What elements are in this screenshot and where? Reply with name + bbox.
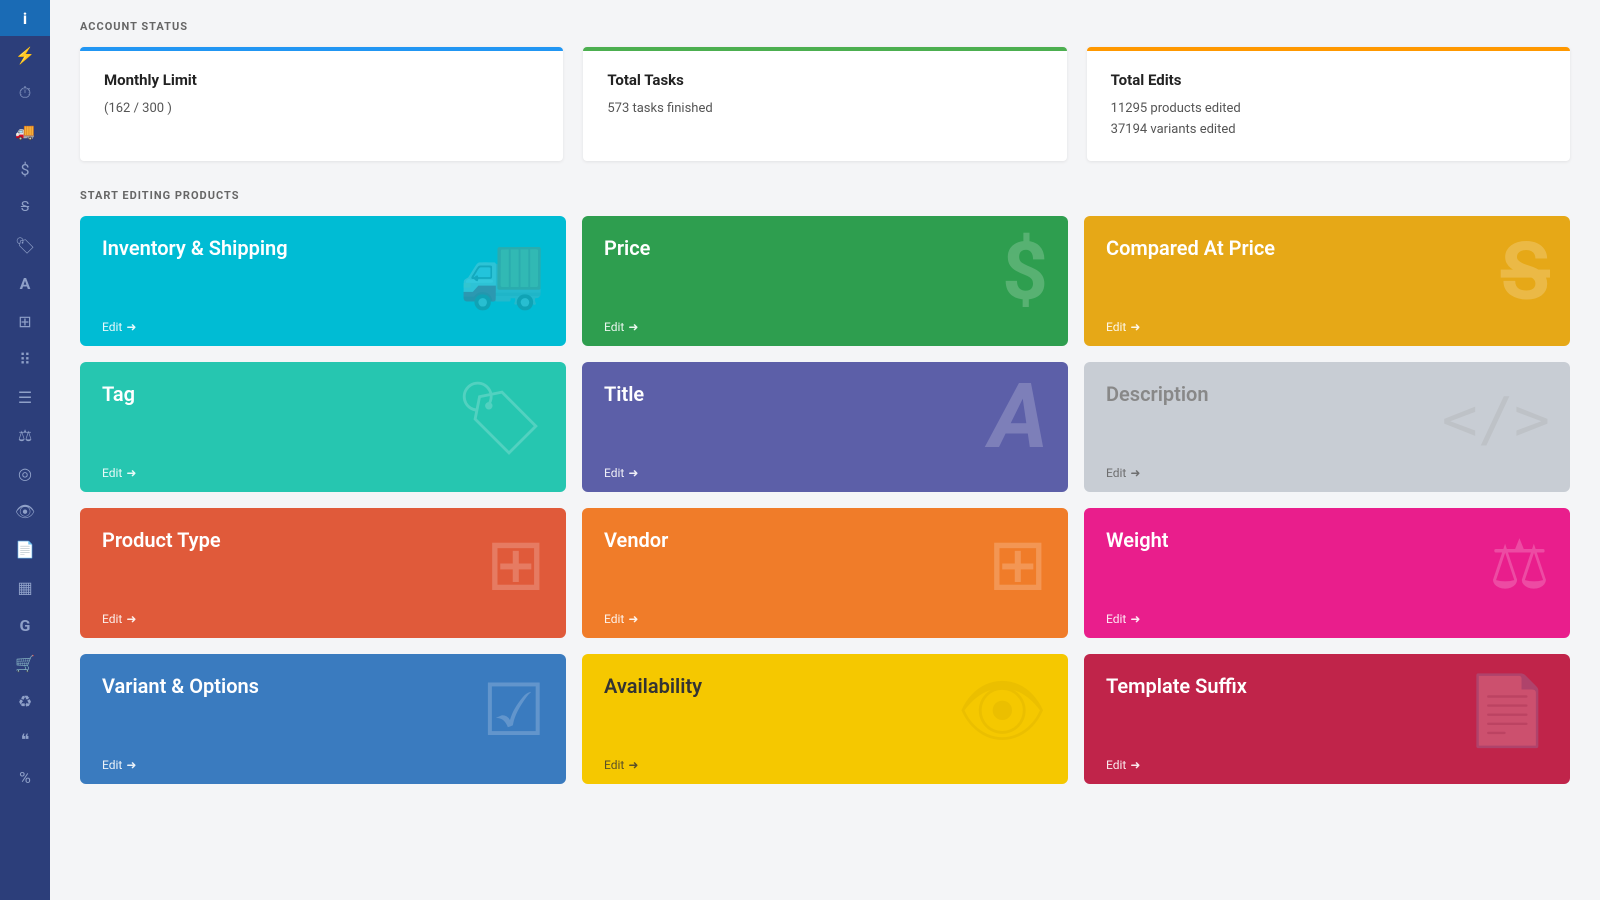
sidebar-icon-badge[interactable]: ◎ — [0, 454, 50, 492]
total-edits-title: Total Edits — [1111, 71, 1546, 89]
sidebar-icon-cart[interactable]: 🛒 — [0, 644, 50, 682]
availability-title: Availability — [604, 674, 1046, 698]
availability-edit[interactable]: Edit — [604, 748, 1046, 784]
total-tasks-value: 573 tasks finished — [607, 99, 1042, 120]
vendor-title: Vendor — [604, 528, 1046, 552]
sidebar-icon-strikethrough[interactable]: S — [0, 188, 50, 226]
product-type-card[interactable]: Product Type ⊞ Edit — [80, 508, 566, 638]
sidebar-icon-doc[interactable]: 📄 — [0, 530, 50, 568]
monthly-limit-title: Monthly Limit — [104, 71, 539, 89]
sidebar-icon-clock[interactable]: ⏱ — [0, 74, 50, 112]
sidebar-icon-truck[interactable]: 🚚 — [0, 112, 50, 150]
total-tasks-card: Total Tasks 573 tasks finished — [583, 47, 1066, 161]
price-title: Price — [604, 236, 1046, 260]
title-edit[interactable]: Edit — [604, 456, 1046, 492]
variant-options-card[interactable]: Variant & Options ☑ Edit — [80, 654, 566, 784]
title-card[interactable]: Title A Edit — [582, 362, 1068, 492]
total-edits-card: Total Edits 11295 products edited 37194 … — [1087, 47, 1570, 161]
sidebar-icon-g[interactable]: G — [0, 606, 50, 644]
weight-title: Weight — [1106, 528, 1548, 552]
variant-options-title: Variant & Options — [102, 674, 544, 698]
total-edits-line2: 37194 variants edited — [1111, 120, 1546, 141]
tag-title: Tag — [102, 382, 544, 406]
account-status-title: ACCOUNT STATUS — [80, 20, 1570, 33]
price-edit[interactable]: Edit — [604, 310, 1046, 346]
availability-card[interactable]: Availability 👁 Edit — [582, 654, 1068, 784]
products-section-title: START EDITING PRODUCTS — [80, 189, 1570, 202]
template-suffix-title: Template Suffix — [1106, 674, 1548, 698]
vendor-edit[interactable]: Edit — [604, 602, 1046, 638]
description-title: Description — [1106, 382, 1548, 406]
compared-at-price-title: Compared At Price — [1106, 236, 1548, 260]
sidebar: i ⚡ ⏱ 🚚 $ S 🏷 A ⊞ ⠿ ☰ ⚖ ◎ 👁 📄 ▦ G 🛒 ♻ ❝ … — [0, 0, 50, 900]
sidebar-icon-quote[interactable]: ❝ — [0, 720, 50, 758]
sidebar-icon-bars[interactable]: ▦ — [0, 568, 50, 606]
sidebar-icon-scale[interactable]: ⚖ — [0, 416, 50, 454]
price-card[interactable]: Price $ Edit — [582, 216, 1068, 346]
vendor-card[interactable]: Vendor ⊞ Edit — [582, 508, 1068, 638]
sidebar-icon-list[interactable]: ☰ — [0, 378, 50, 416]
monthly-limit-value: (162 / 300 ) — [104, 99, 539, 120]
sidebar-icon-lightning[interactable]: ⚡ — [0, 36, 50, 74]
sidebar-icon-dollar[interactable]: $ — [0, 150, 50, 188]
stats-row: Monthly Limit (162 / 300 ) Total Tasks 5… — [80, 47, 1570, 161]
title-icon: A — [989, 364, 1048, 469]
title-card-title: Title — [604, 382, 1046, 406]
product-type-title: Product Type — [102, 528, 544, 552]
compared-at-price-card[interactable]: Compared At Price S Edit — [1084, 216, 1570, 346]
main-content: ACCOUNT STATUS Monthly Limit (162 / 300 … — [50, 0, 1600, 900]
sidebar-top-icon[interactable]: i — [0, 0, 50, 36]
sidebar-icon-eye[interactable]: 👁 — [0, 492, 50, 530]
sidebar-icon-text[interactable]: A — [0, 264, 50, 302]
description-card[interactable]: Description </> Edit — [1084, 362, 1570, 492]
product-type-edit[interactable]: Edit — [102, 602, 544, 638]
tag-edit[interactable]: Edit — [102, 456, 544, 492]
monthly-limit-card: Monthly Limit (162 / 300 ) — [80, 47, 563, 161]
tag-card[interactable]: Tag 🏷 Edit — [80, 362, 566, 492]
sidebar-icon-table[interactable]: ⊞ — [0, 302, 50, 340]
total-tasks-title: Total Tasks — [607, 71, 1042, 89]
sidebar-icon-tag[interactable]: 🏷 — [0, 226, 50, 264]
sidebar-icon-percent[interactable]: % — [0, 758, 50, 796]
template-suffix-card[interactable]: Template Suffix 📄 Edit — [1084, 654, 1570, 784]
total-edits-line1: 11295 products edited — [1111, 99, 1546, 120]
weight-card[interactable]: Weight ⚖ Edit — [1084, 508, 1570, 638]
sidebar-icon-grid[interactable]: ⠿ — [0, 340, 50, 378]
inventory-shipping-card[interactable]: Inventory & Shipping 🚚 Edit — [80, 216, 566, 346]
description-edit[interactable]: Edit — [1106, 456, 1548, 492]
inventory-shipping-edit[interactable]: Edit — [102, 310, 544, 346]
template-suffix-edit[interactable]: Edit — [1106, 748, 1548, 784]
sidebar-icon-cycle[interactable]: ♻ — [0, 682, 50, 720]
weight-edit[interactable]: Edit — [1106, 602, 1548, 638]
inventory-shipping-title: Inventory & Shipping — [102, 236, 544, 260]
compared-at-price-edit[interactable]: Edit — [1106, 310, 1548, 346]
variant-options-edit[interactable]: Edit — [102, 748, 544, 784]
products-grid: Inventory & Shipping 🚚 Edit Price $ Edit… — [80, 216, 1570, 784]
